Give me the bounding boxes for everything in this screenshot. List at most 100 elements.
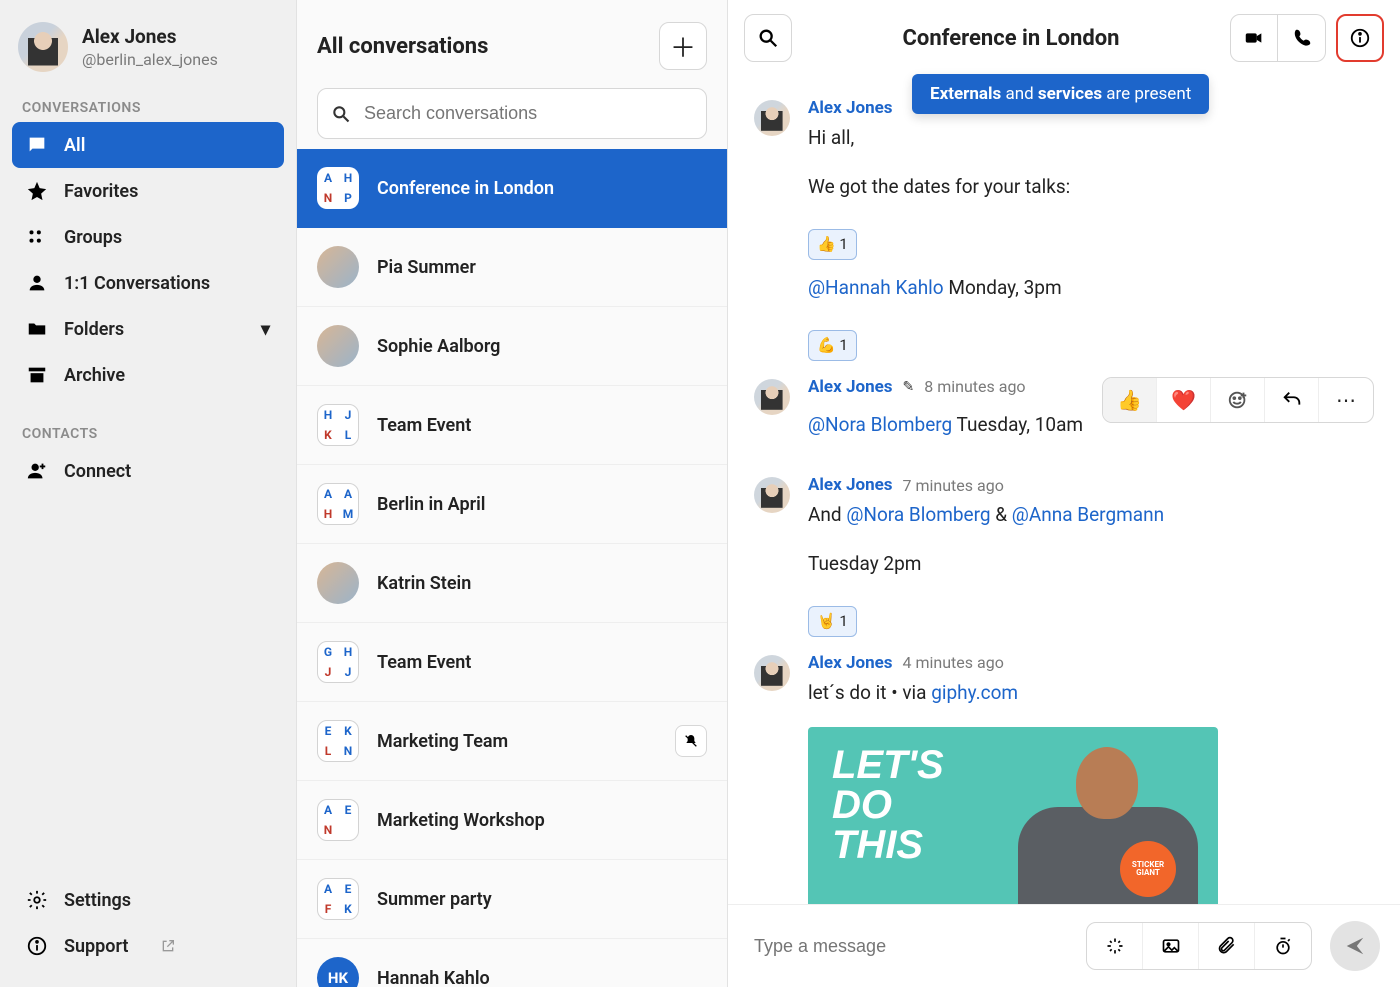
message-text: Hi all,We got the dates for your talks:👍…	[808, 124, 1374, 361]
conversation-item[interactable]: AHNPConference in London	[297, 149, 727, 228]
conversation-name: Conference in London	[377, 178, 707, 199]
new-conversation-button[interactable]: ＋	[659, 22, 707, 70]
star-icon	[26, 180, 48, 202]
message-time: 4 minutes ago	[903, 653, 1004, 672]
reply-button[interactable]	[1265, 378, 1319, 422]
nav-label: Groups	[64, 227, 122, 248]
conversation-name: Katrin Stein	[377, 573, 707, 594]
mention[interactable]: @Hannah Kahlo	[808, 276, 944, 299]
chat-panel: Conference in London Alex Jones Hi all,We…	[728, 0, 1400, 987]
group-avatar: GHJJ	[317, 641, 359, 683]
avatar: HK	[317, 957, 359, 987]
timer-button[interactable]	[1255, 923, 1311, 969]
attach-button[interactable]	[1199, 923, 1255, 969]
conversation-name: Team Event	[377, 652, 707, 673]
message: Alex Jones Hi all,We got the dates for yo…	[754, 98, 1374, 361]
send-icon	[1344, 935, 1366, 957]
video-icon	[1243, 27, 1265, 49]
message-author: Alex Jones	[808, 98, 893, 118]
avatar	[754, 100, 790, 136]
info-icon	[26, 935, 48, 957]
search-icon	[757, 27, 779, 49]
react-thumbsup[interactable]: 👍	[1103, 378, 1157, 422]
more-button[interactable]: ⋯	[1319, 378, 1373, 422]
avatar	[754, 379, 790, 415]
nav-folders[interactable]: Folders ▾	[12, 306, 284, 352]
conversation-name: Pia Summer	[377, 257, 707, 278]
muted-icon	[675, 725, 707, 757]
info-icon	[1349, 27, 1371, 49]
nav-favorites[interactable]: Favorites	[12, 168, 284, 214]
nav-label: Connect	[64, 461, 131, 482]
nav-label: Folders	[64, 319, 124, 340]
conversation-item[interactable]: Sophie Aalborg	[297, 307, 727, 386]
reaction[interactable]: 🤘 1	[808, 606, 857, 637]
search-input[interactable]	[317, 88, 707, 139]
message: Alex Jones✎8 minutes ago@Nora Blomberg T…	[754, 377, 1374, 460]
video-call-button[interactable]	[1230, 14, 1278, 62]
audio-call-button[interactable]	[1278, 14, 1326, 62]
sparkle-icon	[1105, 936, 1125, 956]
conversation-name: Summer party	[377, 889, 707, 910]
nav-label: Support	[64, 936, 128, 957]
gif-attachment[interactable]: LET'SDOTHISSTICKER GIANT	[808, 727, 1218, 904]
react-emoji[interactable]	[1211, 378, 1265, 422]
folder-icon	[26, 318, 48, 340]
nav-settings[interactable]: Settings	[12, 877, 284, 923]
nav-archive[interactable]: Archive	[12, 352, 284, 398]
mention[interactable]: @Anna Bergmann	[1012, 503, 1164, 526]
message-author: Alex Jones	[808, 653, 893, 673]
conversation-name: Sophie Aalborg	[377, 336, 707, 357]
composer	[728, 904, 1400, 987]
conversation-name: Marketing Workshop	[377, 810, 707, 831]
avatar	[18, 22, 68, 72]
nav-label: All	[64, 135, 85, 156]
chat-title: Conference in London	[802, 26, 1220, 51]
message-input[interactable]	[748, 926, 1076, 967]
conversation-item[interactable]: GHJJ Team Event	[297, 623, 727, 702]
conversation-item[interactable]: HJKLTeam Event	[297, 386, 727, 465]
section-contacts: CONTACTS	[12, 416, 284, 448]
link[interactable]: giphy.com	[931, 681, 1018, 704]
nav-groups[interactable]: Groups	[12, 214, 284, 260]
gif-button[interactable]	[1087, 923, 1143, 969]
nav-all[interactable]: All	[12, 122, 284, 168]
avatar	[754, 477, 790, 513]
nav-label: Archive	[64, 365, 125, 386]
avatar	[317, 562, 359, 604]
image-icon	[1161, 936, 1181, 956]
reaction[interactable]: 👍 1	[808, 229, 857, 260]
chat-search-button[interactable]	[744, 14, 792, 62]
message-author: Alex Jones	[808, 475, 893, 495]
group-avatar: AAHM	[317, 483, 359, 525]
conversation-item[interactable]: HKHannah Kahlo	[297, 939, 727, 987]
conversation-item[interactable]: AEFKSummer party	[297, 860, 727, 939]
convlist-title: All conversations	[317, 34, 488, 59]
timer-icon	[1273, 936, 1293, 956]
message-time: 7 minutes ago	[903, 476, 1004, 495]
nav-support[interactable]: Support	[12, 923, 284, 969]
profile-handle: @berlin_alex_jones	[82, 50, 218, 69]
group-avatar: AEN	[317, 799, 359, 841]
nav-connect[interactable]: Connect	[12, 448, 284, 494]
info-button[interactable]	[1336, 14, 1384, 62]
react-heart[interactable]: ❤️	[1157, 378, 1211, 422]
nav-label: 1:1 Conversations	[64, 273, 210, 294]
profile[interactable]: Alex Jones @berlin_alex_jones	[12, 18, 284, 90]
nav-direct[interactable]: 1:1 Conversations	[12, 260, 284, 306]
mention[interactable]: @Nora Blomberg	[846, 503, 990, 526]
reaction[interactable]: 💪 1	[808, 330, 857, 361]
person-icon	[26, 272, 48, 294]
conversation-name: Berlin in April	[377, 494, 707, 515]
chat-icon	[26, 134, 48, 156]
conversation-item[interactable]: AAHM Berlin in April	[297, 465, 727, 544]
paperclip-icon	[1217, 936, 1237, 956]
conversation-item[interactable]: EKLNMarketing Team	[297, 702, 727, 781]
message-time: 8 minutes ago	[924, 377, 1025, 396]
send-button[interactable]	[1330, 921, 1380, 971]
conversation-item[interactable]: Pia Summer	[297, 228, 727, 307]
conversation-item[interactable]: Katrin Stein	[297, 544, 727, 623]
conversation-item[interactable]: AEN Marketing Workshop	[297, 781, 727, 860]
image-button[interactable]	[1143, 923, 1199, 969]
mention[interactable]: @Nora Blomberg	[808, 413, 952, 436]
